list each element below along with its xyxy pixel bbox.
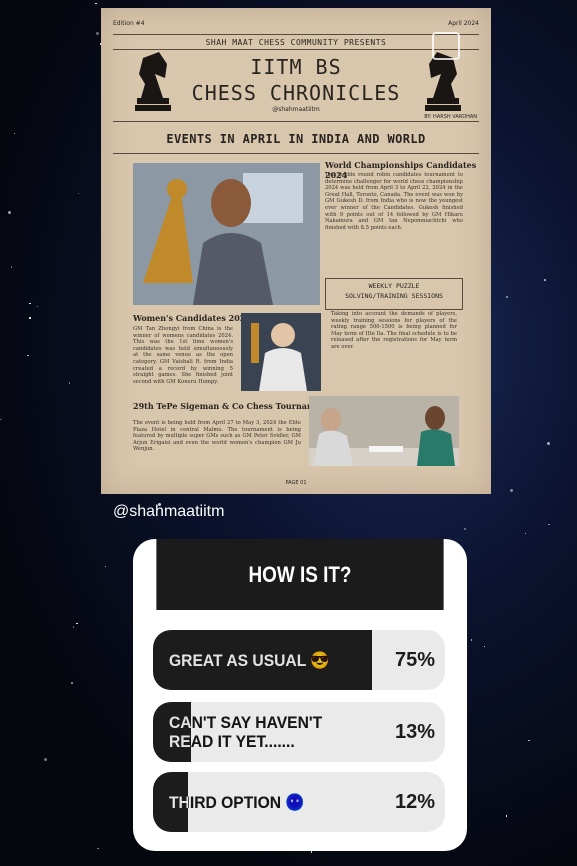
story-option-icon[interactable] (432, 32, 460, 60)
star-dot (483, 645, 486, 648)
star-dot (68, 382, 71, 384)
star-dot (310, 851, 313, 853)
poll-option[interactable]: GREAT AS USUAL 😎 75% (153, 630, 445, 690)
puzzle-title-1: WEEKLY PUZZLE (368, 282, 420, 290)
star-dot (470, 639, 473, 641)
star-dot (528, 739, 530, 742)
star-dot (505, 815, 507, 817)
newspaper-header-meta: Edition #4 April 2024 (113, 20, 479, 27)
star-dot (13, 132, 16, 135)
divider (113, 121, 479, 122)
star-dot (10, 266, 13, 268)
poll-sticker: HOW IS IT? GREAT AS USUAL 😎 75% CAN'T SAY … (133, 539, 467, 851)
star-dot (97, 847, 99, 850)
newspaper-page: Edition #4 April 2024 SHAH MAAT CHESS CO… (101, 8, 491, 494)
poll-option[interactable]: THIRD OPTION 😶 12% (153, 772, 445, 832)
story-mention[interactable]: @shahmaatiitm (113, 503, 224, 521)
poll-option[interactable]: CAN'T SAY HAVEN'T READ IT YET....... 13% (153, 702, 445, 762)
star-dot (77, 192, 80, 195)
star-dot (36, 305, 39, 308)
newspaper-title: IITM BS CHESS CHRONICLES (101, 54, 491, 106)
star-dot (71, 682, 73, 684)
star-dot (95, 2, 97, 5)
edition-label: Edition #4 (113, 20, 145, 27)
star-dot (96, 32, 100, 36)
star-dot (0, 418, 2, 421)
puzzle-title-2: SOLVING/TRAINING SESSIONS (345, 292, 443, 300)
divider (113, 153, 479, 154)
star-dot (506, 296, 508, 298)
weekly-puzzle-box: WEEKLY PUZZLE SOLVING/TRAINING SESSIONS (325, 278, 463, 310)
tepe-players-photo (309, 396, 459, 466)
divider (113, 34, 479, 35)
star-dot (548, 523, 550, 526)
byline: BY: HARSH VARDHAN (424, 114, 477, 120)
tepe-body: The event is being held from April 27 to… (133, 420, 301, 453)
star-dot (76, 622, 78, 625)
star-dot (544, 279, 546, 281)
newspaper-handle: @shahmaatiitm (272, 106, 320, 113)
women-candidates-body: GM Tan Zhongyi from China is the winner … (133, 326, 233, 385)
poll-option-label: CAN'T SAY HAVEN'T READ IT YET....... (169, 713, 323, 751)
women-candidates-title: Women's Candidates 2024 (133, 313, 251, 323)
poll-option-percent: 13% (394, 720, 435, 743)
tan-zhongyi-photo (241, 313, 321, 391)
puzzle-body: Taking into account the demands of playe… (331, 311, 457, 350)
star-dot (29, 302, 31, 305)
star-dot (464, 528, 466, 530)
star-dot (27, 354, 29, 357)
world-candidates-body: The double round robin candidates tourna… (325, 172, 463, 231)
page-number: PAGE 01 (285, 480, 307, 486)
poll-option-percent: 75% (394, 648, 435, 671)
gukesh-trophy-photo (133, 163, 320, 305)
story-frame: Edition #4 April 2024 SHAH MAAT CHESS CO… (0, 0, 577, 866)
poll-option-label: THIRD OPTION 😶 (169, 792, 305, 812)
star-dot (29, 317, 31, 319)
star-dot (509, 488, 513, 492)
poll-option-label: GREAT AS USUAL 😎 (169, 650, 330, 670)
events-headline: EVENTS IN APRIL IN INDIA AND WORLD (166, 132, 426, 146)
star-dot (524, 532, 527, 535)
star-dot (546, 442, 550, 446)
star-dot (43, 757, 47, 761)
date-label: April 2024 (448, 20, 479, 27)
star-dot (104, 565, 107, 567)
star-dot (7, 210, 11, 214)
title-line-2: CHESS CHRONICLES (191, 81, 401, 105)
star-dot (72, 626, 75, 628)
poll-question: HOW IS IT? (156, 539, 444, 610)
poll-option-percent: 12% (394, 790, 435, 813)
